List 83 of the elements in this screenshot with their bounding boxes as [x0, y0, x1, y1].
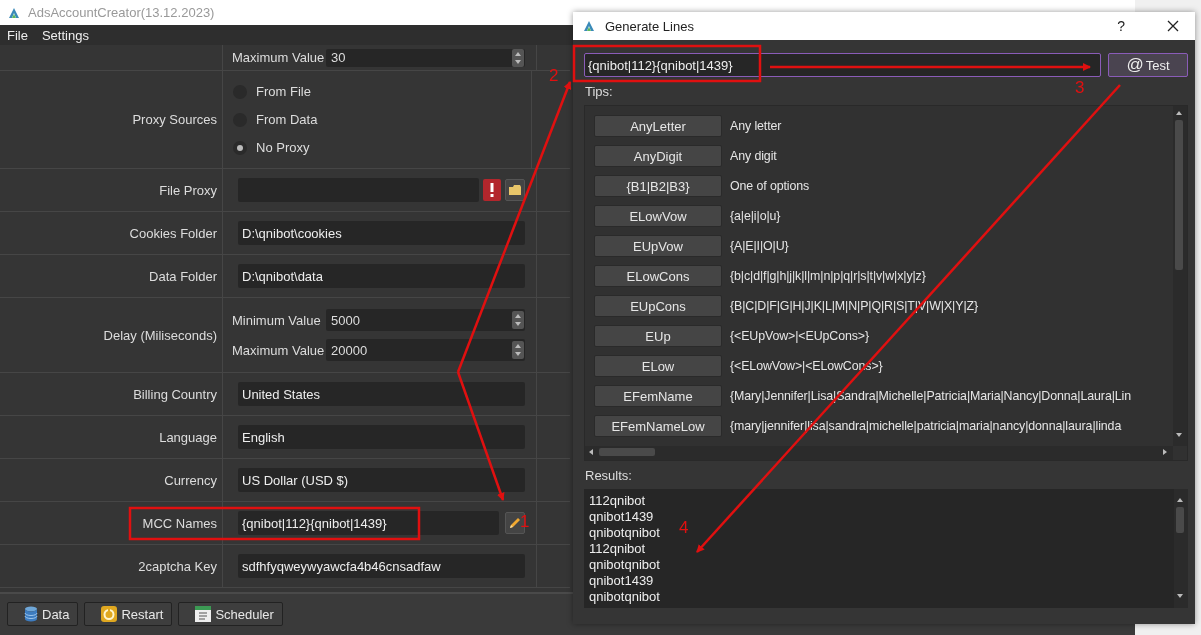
calendar-icon: [195, 606, 212, 622]
results-label: Results:: [585, 468, 632, 483]
spin-box[interactable]: 5000: [326, 309, 525, 331]
pattern-field[interactable]: {qnibot|112}{qnibot|1439}: [584, 53, 1101, 77]
spin-arrows-icon[interactable]: [512, 311, 524, 329]
text-field[interactable]: US Dollar (USD $): [238, 468, 525, 492]
tip-button[interactable]: {B1|B2|B3}: [594, 175, 722, 197]
field-label: Proxy Sources: [132, 112, 217, 127]
tip-button[interactable]: EFemName: [594, 385, 722, 407]
test-button[interactable]: @Test: [1108, 53, 1188, 77]
spin-label: Maximum Value: [232, 50, 322, 65]
menu-item[interactable]: File: [7, 27, 28, 43]
text-field[interactable]: sdfhfyqweywyawcfa4b46cnsadfaw: [238, 554, 525, 578]
tip-button[interactable]: AnyLetter: [594, 115, 722, 137]
result-line: qnibotqnibot: [589, 525, 660, 541]
tip-button[interactable]: AnyDigit: [594, 145, 722, 167]
restart-icon: [101, 606, 118, 622]
tip-description: One of options: [730, 179, 810, 193]
tip-button[interactable]: EUp: [594, 325, 722, 347]
radio-option[interactable]: No Proxy: [233, 136, 520, 159]
radio-option[interactable]: From File: [233, 80, 520, 103]
field-label: Delay (Miliseconds): [103, 327, 217, 343]
help-button[interactable]: ?: [1117, 18, 1125, 34]
dialog-title: Generate Lines: [605, 18, 694, 34]
text-field[interactable]: {qnibot|112}{qnibot|1439}: [238, 511, 499, 535]
tip-description: Any digit: [730, 149, 777, 163]
tip-description: {b|c|d|f|g|h|j|k|l|m|n|p|q|r|s|t|v|w|x|y|z}: [730, 269, 926, 283]
toolbar-button[interactable]: Data: [7, 602, 79, 626]
tips-label: Tips:: [585, 84, 613, 99]
spin-box[interactable]: 30: [326, 48, 525, 67]
radio-option[interactable]: From Data: [233, 108, 520, 131]
app-logo-icon: [8, 6, 20, 19]
step-number: 2: [549, 66, 559, 86]
tip-button[interactable]: EUpCons: [594, 295, 722, 317]
spin-arrows-icon[interactable]: [512, 48, 524, 67]
pencil-icon: [508, 516, 522, 530]
step-number: 1: [520, 512, 530, 532]
scrollbar[interactable]: [1174, 489, 1188, 608]
folder-icon: [508, 184, 522, 196]
text-field[interactable]: D:\qnibot\cookies: [238, 221, 525, 245]
text-field[interactable]: D:\qnibot\data: [238, 264, 525, 288]
tip-button[interactable]: ELowCons: [594, 265, 722, 287]
field-label: Billing Country: [133, 386, 217, 402]
scrollbar[interactable]: [585, 446, 1173, 460]
field-label: Currency: [164, 472, 217, 488]
field-label: Language: [159, 429, 217, 445]
tip-button[interactable]: ELow: [594, 355, 722, 377]
spin-label: Minimum Value: [232, 312, 322, 328]
tip-description: {A|E|I|O|U}: [730, 239, 789, 253]
result-line: qnibot1439: [589, 509, 655, 525]
close-icon[interactable]: [1167, 20, 1179, 32]
toolbar-button[interactable]: Scheduler: [178, 602, 283, 626]
field-label: MCC Names: [142, 515, 217, 531]
tip-description: {<EUpVow>|<EUpCons>}: [730, 329, 869, 343]
tip-description: {a|e|i|o|u}: [730, 209, 781, 223]
result-line: qnibotqnibot: [589, 557, 660, 573]
field-label: 2captcha Key: [138, 558, 217, 574]
result-line: 112qnibot: [589, 493, 647, 509]
menu-item[interactable]: Settings: [41, 27, 89, 43]
text-field[interactable]: United States: [238, 382, 525, 406]
tip-description: Any letter: [730, 119, 782, 133]
tip-button[interactable]: ELowVow: [594, 205, 722, 227]
result-line: 112qnibot: [589, 541, 647, 557]
folder-button[interactable]: [505, 179, 525, 201]
window-title: AdsAccountCreator(13.12.2023): [28, 5, 215, 20]
tip-button[interactable]: EFemNameLow: [594, 415, 722, 437]
toolbar-button[interactable]: Restart: [84, 602, 173, 626]
spin-arrows-icon[interactable]: [512, 341, 524, 359]
app-logo-icon: [583, 20, 595, 32]
result-line: qnibotqnibot: [589, 589, 660, 605]
database-icon: [24, 606, 38, 622]
result-line: qnibot1439: [589, 573, 655, 589]
field-label: File Proxy: [159, 182, 217, 198]
spin-box[interactable]: 20000: [326, 339, 525, 361]
step-number: 3: [1075, 78, 1085, 98]
field-label: Cookies Folder: [129, 225, 217, 241]
tip-button[interactable]: EUpVow: [594, 235, 722, 257]
step-number: 4: [679, 518, 689, 538]
spin-label: Maximum Value: [232, 342, 322, 358]
text-field[interactable]: English: [238, 425, 525, 449]
warning-icon: [483, 179, 501, 201]
scrollbar[interactable]: [1173, 106, 1187, 446]
field-label: Data Folder: [149, 268, 217, 284]
